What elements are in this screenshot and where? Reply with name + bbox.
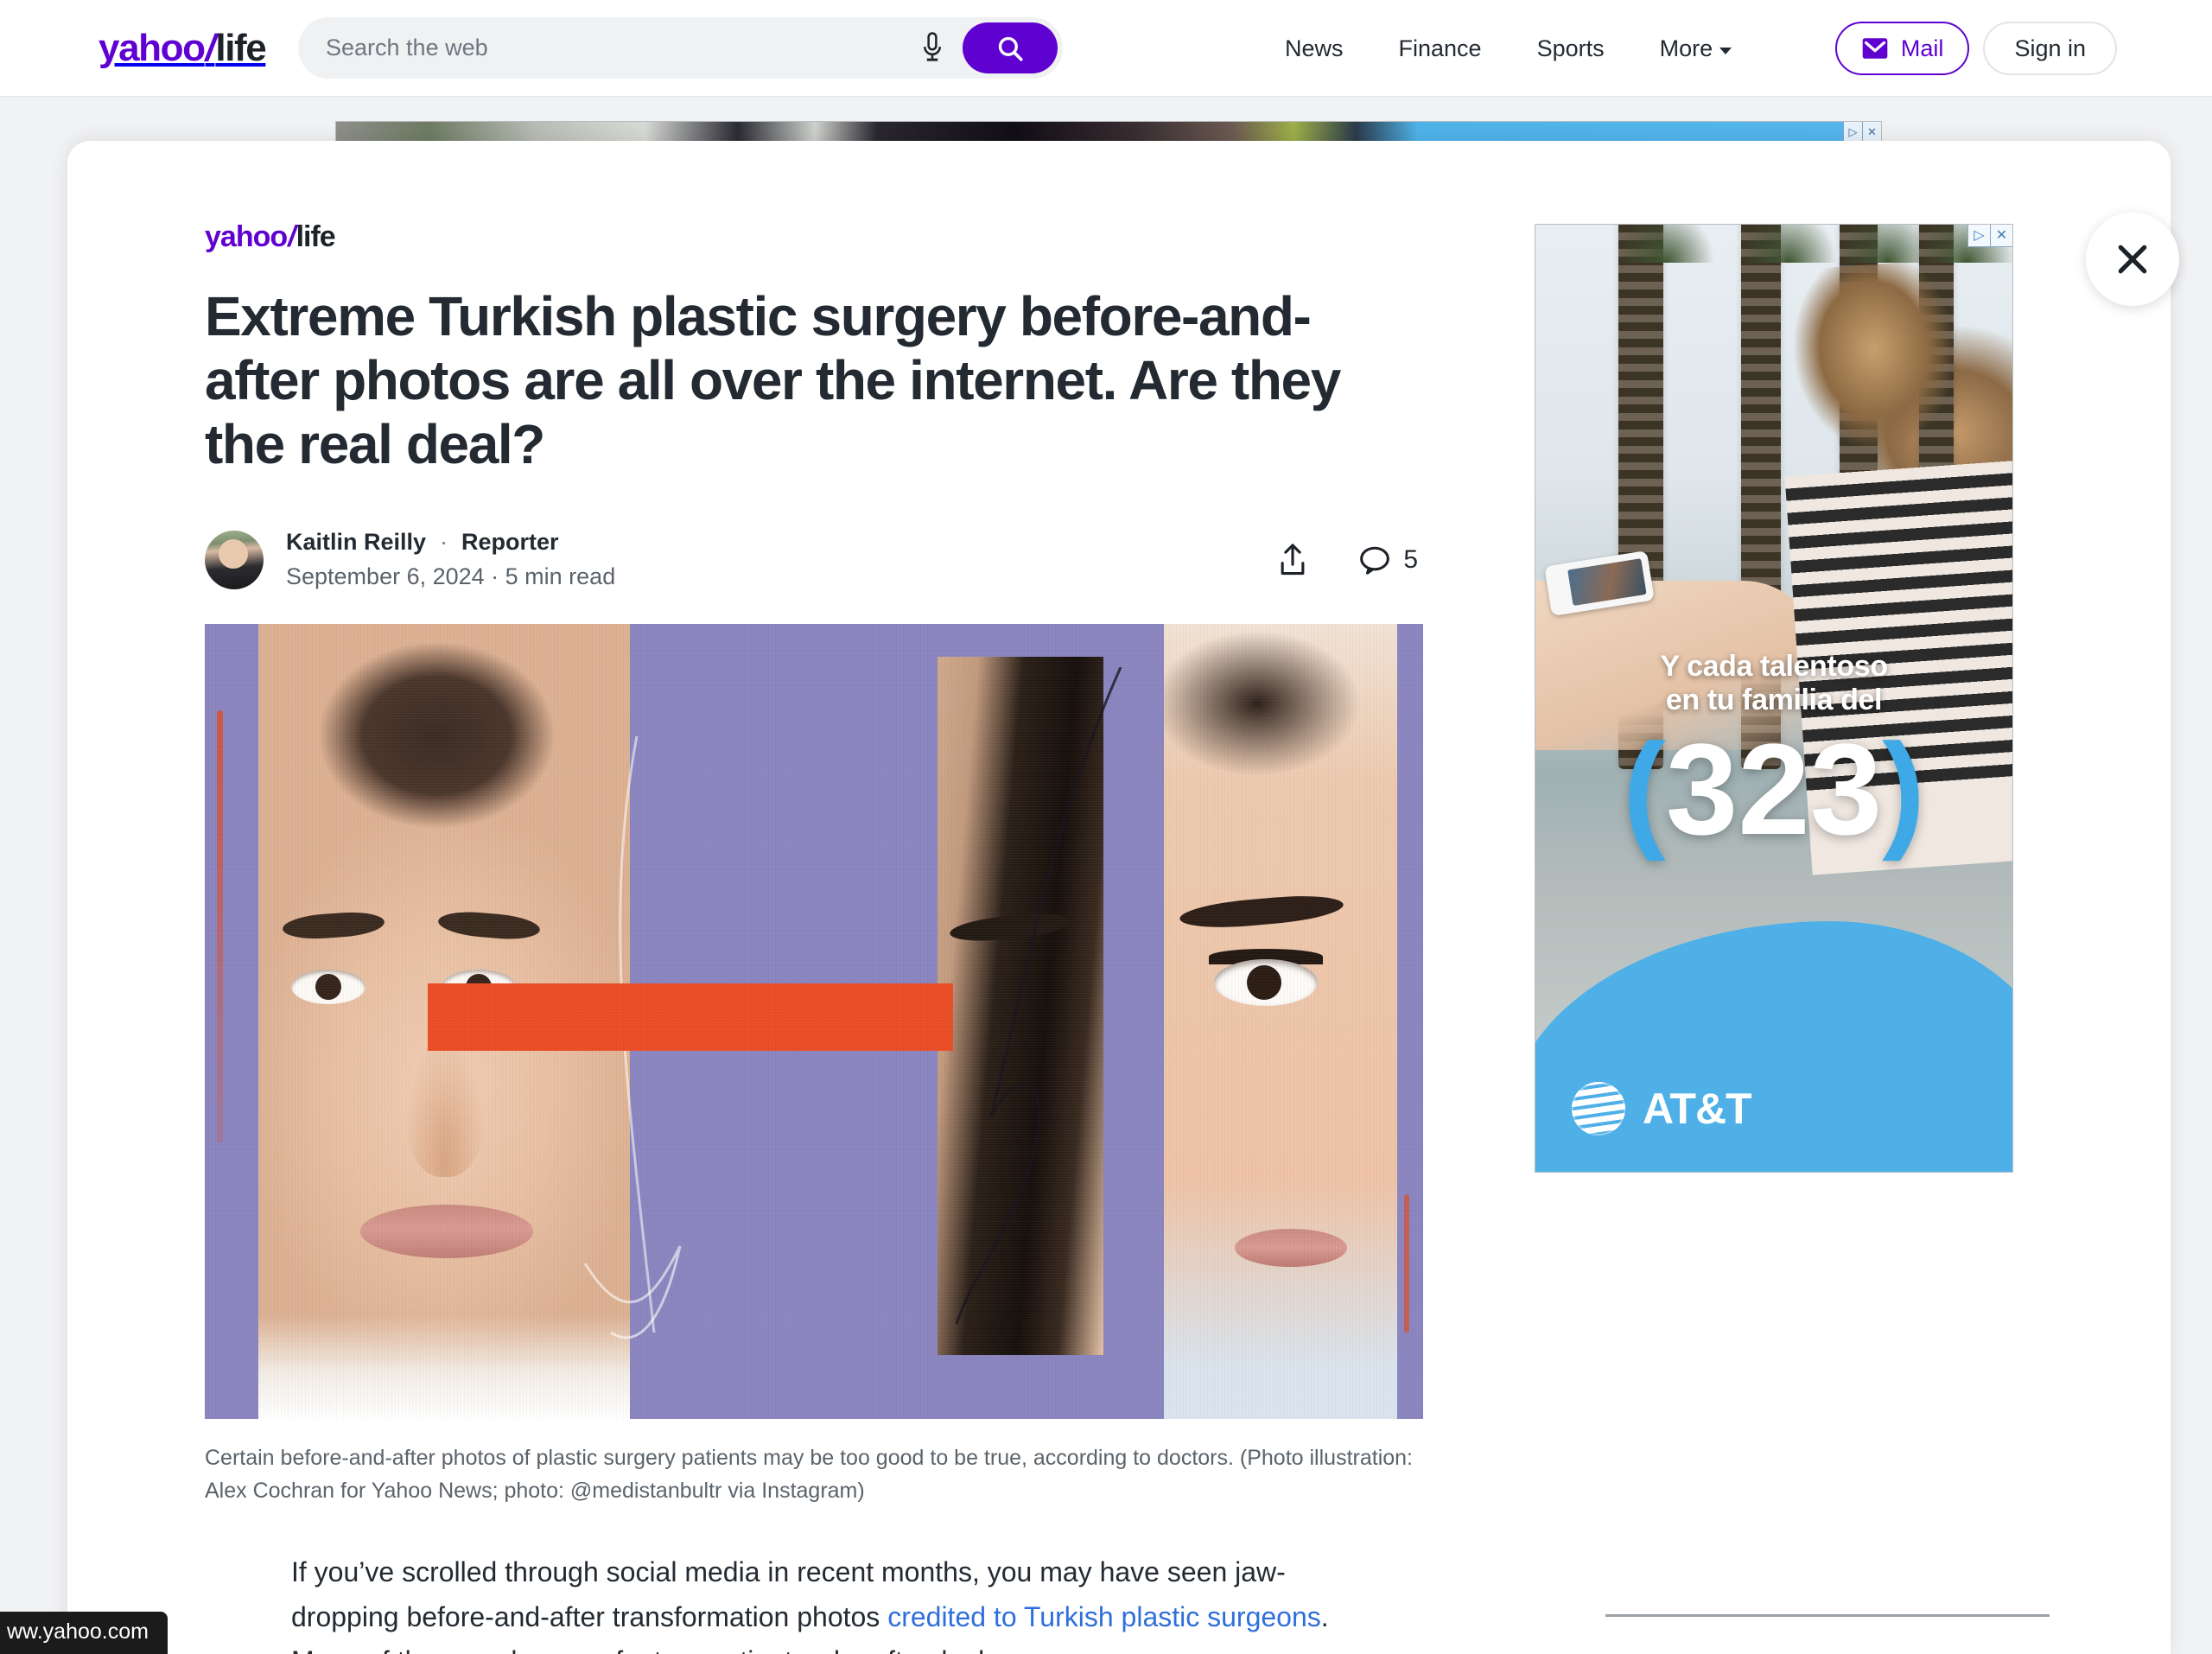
image-caption: Certain before-and-after photos of plast…	[205, 1445, 1413, 1503]
logo-bang: /	[205, 26, 216, 69]
after-lips	[1235, 1228, 1347, 1267]
body-inline-link[interactable]: credited to Turkish plastic surgeons	[887, 1601, 1321, 1632]
before-brow-right	[437, 908, 541, 942]
ad-number: (323)	[1535, 724, 2012, 854]
main-nav-links: News Finance Sports More	[1257, 0, 1759, 97]
share-icon	[1281, 544, 1305, 575]
leaderboard-ad-badges: ▷ ✕	[1843, 122, 1881, 141]
before-collar	[258, 1314, 630, 1419]
mail-label: Mail	[1900, 35, 1944, 61]
article-logo-text-life: life	[296, 220, 336, 253]
article-body-paragraph: If you’ve scrolled through social media …	[291, 1550, 1354, 1654]
nav-item-more[interactable]: More	[1632, 35, 1760, 62]
content-divider	[1605, 1614, 2050, 1617]
article-modal: yahoo / life Extreme Turkish plastic surge…	[67, 141, 2171, 1654]
before-lips	[360, 1204, 533, 1258]
ad-close-icon[interactable]: ✕	[1862, 122, 1881, 141]
att-logo: AT&T	[1572, 1082, 1752, 1136]
sign-in-button[interactable]: Sign in	[1983, 22, 2117, 75]
before-eye-left	[291, 969, 365, 1004]
adchoices-icon[interactable]: ▷	[1967, 225, 1990, 247]
top-navigation-bar: yahoo/life News Finance Sports More	[0, 0, 2212, 97]
close-icon	[2118, 245, 2147, 274]
ad-palm-frond	[1741, 225, 1836, 263]
page-title: Extreme Turkish plastic surgery before-a…	[205, 285, 1341, 476]
collage-after-portrait	[1164, 623, 1397, 1419]
search-bar[interactable]	[298, 17, 1063, 79]
collage-red-stroke-left	[217, 709, 223, 1142]
collage-middle-strip	[938, 656, 1103, 1355]
att-globe-icon	[1572, 1082, 1625, 1136]
ad-number-close-paren: )	[1882, 716, 1926, 862]
author-role: Reporter	[461, 529, 559, 556]
mail-button[interactable]: Mail	[1834, 22, 1970, 75]
hero-image-collage	[205, 623, 1423, 1419]
yahoo-life-logo[interactable]: yahoo / life	[99, 26, 267, 69]
nav-item-finance[interactable]: Finance	[1371, 35, 1510, 62]
after-brow	[1179, 891, 1344, 932]
status-bar-url: ww.yahoo.com	[0, 1612, 168, 1654]
search-icon	[998, 36, 1023, 61]
ad-palm-frond	[1618, 225, 1713, 263]
search-submit-button[interactable]	[963, 22, 1058, 73]
byline: Kaitlin Reilly · Reporter September 6, 2…	[205, 525, 1423, 595]
ad-headline-line-1: Y cada talentoso	[1660, 650, 1888, 683]
sidebar-advertisement[interactable]: Y cada talentoso en tu familia del (323)…	[1535, 224, 2013, 1173]
nav-label: Sports	[1536, 35, 1605, 61]
leaderboard-ad-strip[interactable]: ▷ ✕	[335, 121, 1882, 142]
adchoices-icon[interactable]: ▷	[1843, 122, 1862, 141]
mail-icon	[1862, 38, 1888, 59]
comment-count: 5	[1403, 544, 1418, 574]
nav-label: News	[1285, 35, 1344, 61]
logo-text-yahoo: yahoo	[99, 26, 206, 69]
byline-separator: ·	[440, 529, 448, 556]
collage-red-stroke-right	[1404, 1193, 1409, 1333]
publish-date-and-read-time: September 6, 2024 · 5 min read	[286, 563, 616, 590]
article-yahoo-life-logo[interactable]: yahoo / life	[205, 222, 1423, 251]
before-brow-left	[282, 909, 385, 941]
before-nose	[404, 1029, 486, 1177]
nav-label: Finance	[1398, 35, 1482, 61]
microphone-icon[interactable]	[907, 23, 957, 73]
collage-red-bar	[428, 983, 953, 1051]
ad-close-icon[interactable]: ✕	[1990, 225, 2012, 247]
middle-brow	[949, 909, 1071, 945]
search-input[interactable]	[298, 17, 907, 79]
comments-button[interactable]: 5	[1358, 544, 1418, 576]
ad-number-open-paren: (	[1622, 716, 1666, 862]
avatar	[205, 530, 264, 589]
article-content: yahoo / life Extreme Turkish plastic surge…	[205, 222, 1423, 1654]
article-actions: 5	[1277, 543, 1423, 577]
ad-headline-line-2: en tu familia del	[1665, 684, 1883, 717]
comment-icon	[1360, 546, 1390, 575]
att-brand-text: AT&T	[1643, 1085, 1752, 1133]
close-modal-button[interactable]	[2086, 213, 2179, 306]
byline-text: Kaitlin Reilly · Reporter September 6, 2…	[286, 529, 615, 590]
author-name[interactable]: Kaitlin Reilly	[286, 529, 426, 556]
article-logo-text-yahoo: yahoo	[205, 220, 288, 253]
share-button[interactable]	[1277, 543, 1308, 577]
ad-number-value: 323	[1665, 716, 1883, 862]
nav-item-news[interactable]: News	[1257, 35, 1371, 62]
header-actions: Mail Sign in	[1834, 0, 2117, 97]
ad-headline: Y cada talentoso en tu familia del	[1535, 650, 2012, 718]
nav-item-sports[interactable]: Sports	[1510, 35, 1632, 62]
chevron-down-icon	[1719, 48, 1732, 54]
article-logo-bang: /	[288, 220, 296, 253]
nav-label: More	[1659, 35, 1713, 61]
logo-text-life: life	[215, 26, 266, 69]
after-eye	[1214, 958, 1318, 1006]
ad-badges: ▷ ✕	[1967, 225, 2012, 247]
